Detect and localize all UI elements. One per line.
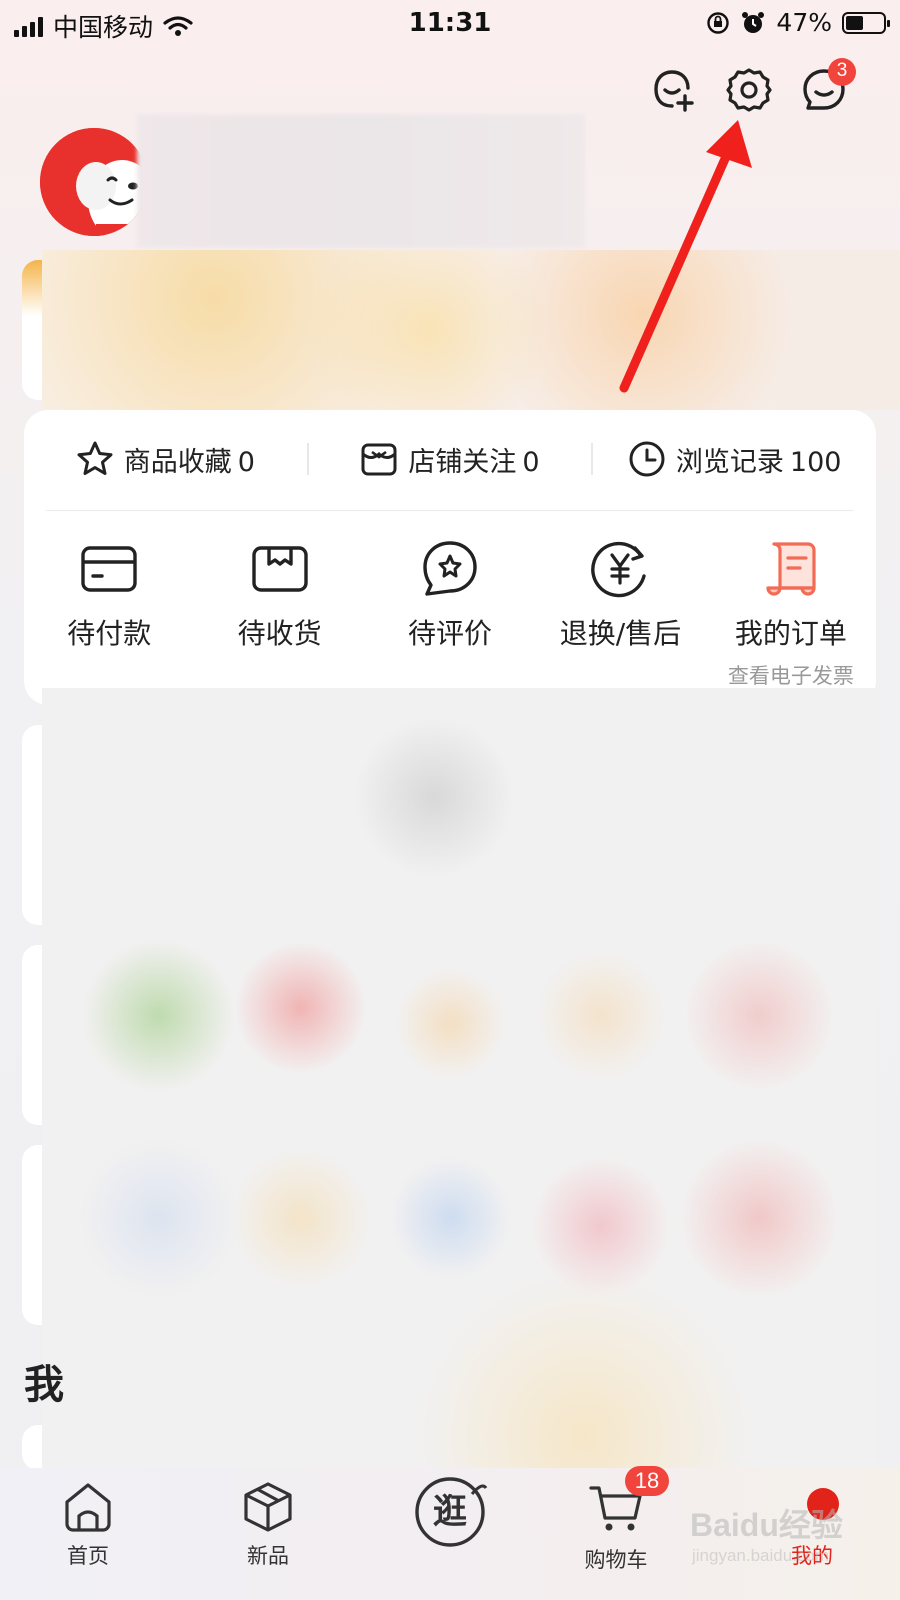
status-bar: 中国移动 11:31 47% (0, 0, 900, 46)
messages-badge: 3 (828, 58, 856, 86)
browse-history[interactable]: 浏览记录 100 (593, 440, 876, 479)
nav-stroll-label: 逛 (433, 1492, 467, 1532)
favorites-row: 商品收藏 0 店铺关注 0 浏览记录 100 (24, 428, 876, 490)
favorites-products-count: 0 (237, 446, 255, 478)
battery-percent: 47% (776, 8, 832, 37)
card-divider (46, 510, 854, 511)
nav-cart[interactable]: 18 购物车 (556, 1466, 676, 1574)
messages-button[interactable]: 3 (800, 58, 856, 114)
favorites-products-label: 商品收藏 (123, 446, 232, 478)
yuan-refund-icon (591, 541, 647, 598)
my-orders-label: 我的订单 (734, 617, 847, 650)
clock-icon (629, 441, 665, 477)
favorites-products[interactable]: 商品收藏 0 (24, 440, 307, 479)
browse-history-count: 100 (789, 446, 842, 478)
browse-history-label: 浏览记录 (675, 446, 784, 478)
followed-stores[interactable]: 店铺关注 0 (309, 440, 592, 479)
watermark-url: jingyan.baidu.com (692, 1546, 830, 1565)
home-icon (65, 1483, 111, 1532)
watermark: Baidu经验 jingyan.baidu.com (690, 1500, 890, 1580)
blurred-username (137, 114, 585, 248)
followed-stores-count: 0 (522, 446, 540, 478)
avatar[interactable] (40, 128, 148, 236)
pending-payment-label: 待付款 (67, 617, 152, 650)
my-orders[interactable]: 我的订单 查看电子发票 (706, 538, 876, 690)
nav-cart-label: 购物车 (584, 1548, 648, 1572)
pending-review[interactable]: 待评价 (365, 538, 535, 690)
store-icon (361, 443, 397, 476)
pending-receipt-label: 待收货 (237, 617, 322, 650)
nav-new[interactable]: 新品 (208, 1478, 328, 1570)
add-friend-icon (654, 70, 694, 112)
mascot-avatar-icon (40, 128, 148, 236)
nav-home[interactable]: 首页 (28, 1478, 148, 1570)
nav-stroll[interactable]: 逛 (390, 1474, 510, 1550)
blurred-content-area (42, 688, 876, 1468)
package-icon (251, 546, 308, 592)
my-assets-card: 商品收藏 0 店铺关注 0 浏览记录 100 待付款 待收货 待评价 退换/售后… (24, 410, 876, 705)
add-friend-button[interactable] (650, 66, 698, 114)
nav-home-label: 首页 (67, 1544, 109, 1568)
returns-aftersale[interactable]: 退换/售后 (535, 538, 705, 690)
nav-new-label: 新品 (247, 1544, 289, 1568)
pending-payment[interactable]: 待付款 (24, 538, 194, 690)
annotation-arrow-icon (619, 120, 752, 393)
settings-button[interactable] (725, 66, 773, 114)
order-list-icon (766, 542, 816, 596)
section-heading-partial: 我 (24, 1362, 64, 1408)
followed-stores-label: 店铺关注 (408, 446, 517, 478)
gear-icon (726, 68, 772, 112)
pending-receipt[interactable]: 待收货 (194, 538, 364, 690)
watermark-brand: Baidu经验 (690, 1507, 843, 1543)
cart-badge: 18 (625, 1466, 669, 1496)
blurred-banner (42, 250, 900, 410)
star-icon (77, 441, 113, 475)
alarm-icon (742, 11, 765, 33)
card-icon (81, 546, 137, 592)
battery-icon (842, 11, 890, 34)
order-status-row: 待付款 待收货 待评价 退换/售后 我的订单 查看电子发票 (24, 538, 876, 690)
pending-review-label: 待评价 (408, 617, 493, 650)
view-invoice-link[interactable]: 查看电子发票 (728, 660, 854, 690)
cube-icon (244, 1482, 292, 1532)
returns-aftersale-label: 退换/售后 (559, 617, 682, 650)
rotation-lock-icon (707, 11, 730, 34)
review-icon (423, 541, 477, 596)
